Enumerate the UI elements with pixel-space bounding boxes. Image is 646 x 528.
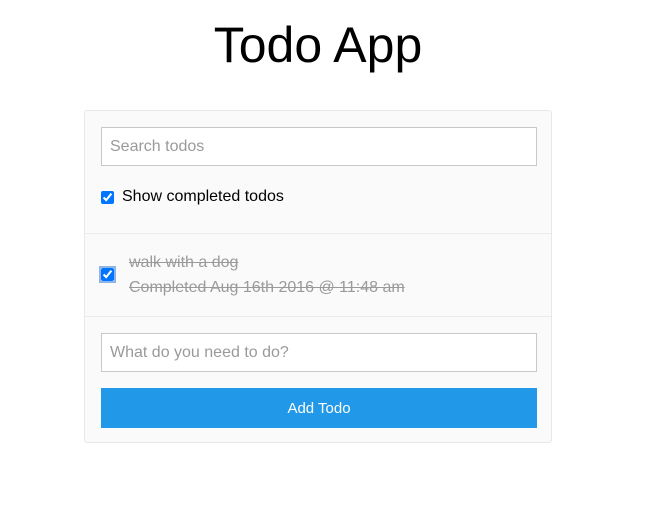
show-completed-label: Show completed todos bbox=[122, 188, 284, 205]
show-completed-checkbox[interactable] bbox=[101, 190, 114, 204]
todo-text: walk with a dog bbox=[129, 254, 239, 271]
todo-list: walk with a dog Completed Aug 16th 2016 … bbox=[85, 234, 551, 317]
search-section: Show completed todos bbox=[85, 111, 551, 234]
add-todo-button[interactable]: Add Todo bbox=[101, 388, 537, 428]
search-input[interactable] bbox=[101, 127, 537, 166]
show-completed-toggle[interactable]: Show completed todos bbox=[101, 187, 284, 207]
todo-container: Show completed todos walk with a dog Com… bbox=[84, 110, 552, 443]
todo-item[interactable]: walk with a dog Completed Aug 16th 2016 … bbox=[99, 252, 537, 302]
todo-completed-timestamp: Completed Aug 16th 2016 @ 11:48 am bbox=[129, 279, 405, 296]
todo-complete-checkbox[interactable] bbox=[99, 266, 116, 283]
add-todo-input[interactable] bbox=[101, 333, 537, 372]
page-title: Todo App bbox=[213, 17, 423, 73]
add-todo-section: Add Todo bbox=[85, 317, 551, 443]
